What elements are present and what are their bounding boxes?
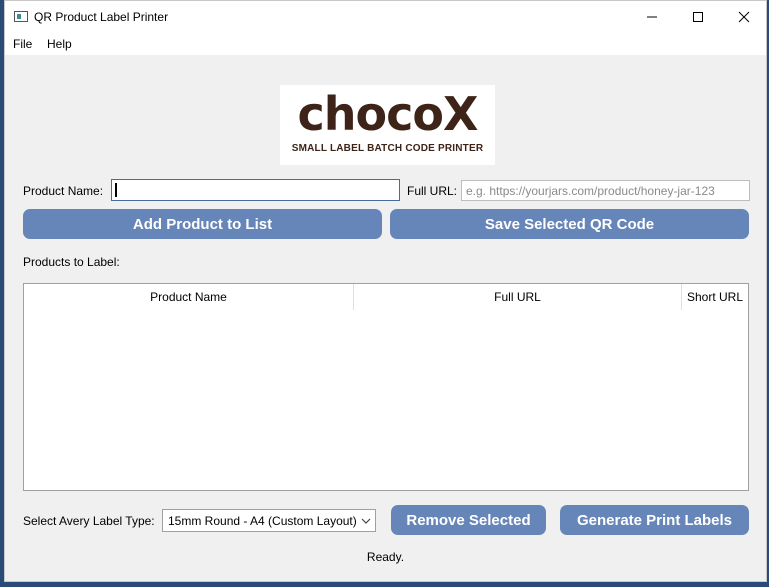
minimize-icon — [647, 16, 657, 18]
brand-logo: chocoX SMALL LABEL BATCH CODE PRINTER — [280, 85, 495, 165]
logo-tagline: SMALL LABEL BATCH CODE PRINTER — [291, 143, 484, 154]
product-name-label: Product Name: — [23, 184, 104, 198]
remove-selected-button[interactable]: Remove Selected — [391, 505, 546, 535]
status-text: Ready. — [366, 550, 405, 564]
label-type-selected: 15mm Round - A4 (Custom Layout) — [168, 514, 357, 528]
products-table[interactable]: Product Name Full URL Short URL — [23, 283, 749, 491]
chevron-down-icon — [361, 518, 371, 524]
products-section-label: Products to Label: — [23, 255, 120, 269]
window-title: QR Product Label Printer — [34, 10, 169, 24]
add-product-button[interactable]: Add Product to List — [23, 209, 382, 239]
title-bar[interactable]: QR Product Label Printer — [5, 1, 766, 33]
close-button[interactable] — [721, 1, 767, 33]
label-type-select[interactable]: 15mm Round - A4 (Custom Layout) — [162, 509, 376, 532]
menu-help[interactable]: Help — [47, 37, 72, 51]
full-url-label: Full URL: — [407, 184, 458, 198]
maximize-button[interactable] — [675, 1, 721, 33]
logo-brand-text: chocoX — [297, 87, 479, 141]
generate-labels-button[interactable]: Generate Print Labels — [560, 505, 749, 535]
column-header-product-name[interactable]: Product Name — [24, 284, 354, 310]
column-header-short-url[interactable]: Short URL — [682, 284, 748, 310]
app-window: QR Product Label Printer File Help choco… — [4, 0, 767, 582]
save-qr-button[interactable]: Save Selected QR Code — [390, 209, 749, 239]
column-header-full-url[interactable]: Full URL — [354, 284, 682, 310]
menu-file[interactable]: File — [13, 37, 32, 51]
minimize-button[interactable] — [629, 1, 675, 33]
product-name-input[interactable] — [111, 179, 400, 201]
maximize-icon — [693, 12, 703, 22]
text-caret — [115, 183, 117, 197]
menu-bar: File Help — [5, 33, 766, 55]
full-url-input[interactable] — [461, 180, 750, 201]
app-icon — [14, 11, 28, 22]
label-type-label: Select Avery Label Type: — [23, 514, 155, 528]
close-icon — [738, 11, 750, 23]
